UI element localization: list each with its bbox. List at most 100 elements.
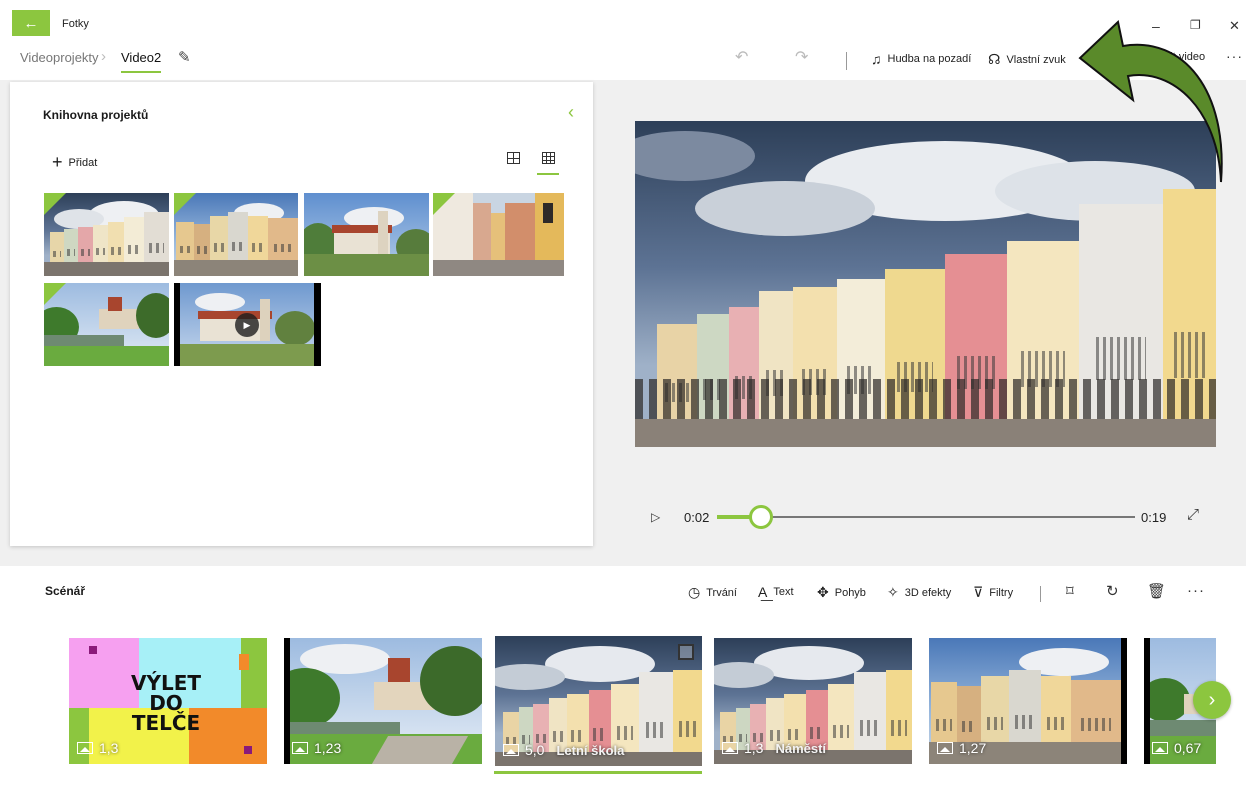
image-icon [1152, 742, 1168, 754]
text-icon: A͟ [758, 584, 768, 600]
title-card-icon [77, 742, 93, 754]
used-in-project-marker [44, 193, 66, 215]
delete-icon[interactable]: 🗑 [1147, 582, 1166, 600]
seek-handle[interactable] [748, 505, 773, 529]
image-icon [292, 742, 308, 754]
storyboard-card-selected[interactable]: 5,0 Letní škola [495, 636, 702, 766]
add-media-label: Přidat [68, 156, 98, 169]
filters-label: Filtry [989, 586, 1014, 599]
card-duration-value: 5,0 [525, 742, 545, 758]
card-duration-value: 0,67 [1174, 740, 1202, 756]
title-bar: ← Fotky – ❐ ✕ [0, 0, 1246, 40]
arrow-shape [1078, 20, 1223, 183]
close-button[interactable]: ✕ [1229, 18, 1240, 34]
motion-label: Pohyb [834, 586, 866, 599]
crop-icon[interactable]: ⌑ [1066, 582, 1074, 600]
card-duration: 0,67 [1152, 740, 1201, 756]
storyboard-more-button[interactable]: ··· [1187, 582, 1205, 599]
library-thumbnail[interactable] [174, 193, 298, 276]
breadcrumb-current-project: Video2 [121, 50, 162, 65]
person-audio-icon: ☊ [988, 51, 1001, 67]
title-card-line: VÝLET [131, 671, 202, 695]
chevron-right-icon: › [101, 48, 106, 65]
card-duration-value: 1,3 [744, 740, 764, 756]
arrow-left-icon: ← [23, 14, 39, 32]
library-thumbnail[interactable] [44, 193, 169, 276]
custom-audio-label: Vlastní zvuk [1006, 53, 1066, 66]
storyboard-panel: Scénář ◷ Trvání A͟ Text ✥ Pohyb ✧ 3D efe… [0, 566, 1246, 794]
current-time: 0:02 [684, 510, 710, 525]
app-title: Fotky [62, 18, 89, 30]
card-duration: 1,3 [77, 740, 118, 756]
play-icon: ▶ [235, 313, 259, 337]
storyboard-card[interactable]: 1,27 [929, 638, 1127, 764]
image-icon [503, 744, 519, 756]
used-in-project-marker [44, 283, 66, 305]
current-project-underline [121, 71, 161, 73]
small-grid-view-icon[interactable] [542, 152, 555, 164]
storyboard-title: Scénář [45, 584, 86, 598]
curved-arrow-annotation [1078, 20, 1223, 183]
chevron-right-icon: › [1208, 688, 1216, 711]
pencil-icon[interactable]: ✎ [178, 48, 191, 66]
storyboard-card[interactable]: 1,23 [284, 638, 482, 764]
used-in-project-marker [433, 193, 455, 215]
card-duration-value: 1,3 [99, 740, 119, 756]
library-thumbnail[interactable] [44, 283, 169, 366]
text-button[interactable]: A͟ Text [758, 584, 794, 600]
title-card-text: VÝLET DO TELČE [131, 673, 201, 733]
seek-bar[interactable] [717, 516, 1135, 518]
selected-card-indicator [494, 771, 702, 774]
add-media-button[interactable]: + Přidat [52, 152, 97, 173]
library-title: Knihovna projektů [43, 108, 149, 122]
image-icon [722, 742, 738, 754]
rotate-icon[interactable]: ↻ [1106, 582, 1119, 600]
fullscreen-icon[interactable]: ⤢ [1187, 506, 1199, 523]
plus-icon: + [52, 152, 63, 172]
card-select-checkbox[interactable] [678, 644, 694, 660]
storyboard-card[interactable]: 1,3 Náměstí [714, 638, 912, 764]
title-card-line: TELČE [131, 711, 201, 735]
filters-button[interactable]: ⊽ Filtry [973, 584, 1013, 601]
card-duration: 1,23 [292, 740, 341, 756]
used-in-project-marker [174, 193, 196, 215]
duration-label: Trvání [706, 586, 737, 599]
more-options-button[interactable]: ··· [1226, 48, 1243, 64]
image-icon [937, 742, 953, 754]
large-grid-view-icon[interactable] [507, 152, 520, 164]
title-card-line: DO [149, 691, 183, 715]
library-thumbnail[interactable] [433, 193, 564, 276]
background-music-button[interactable]: ♫ Hudba na pozadí [871, 51, 971, 67]
background-music-label: Hudba na pozadí [887, 53, 972, 65]
storyboard-next-button[interactable]: › [1193, 681, 1231, 719]
toolbar-divider [846, 52, 847, 70]
library-thumbnail[interactable] [304, 193, 429, 276]
chevron-left-icon[interactable]: ‹ [568, 102, 574, 123]
motion-button[interactable]: ✥ Pohyb [817, 584, 866, 601]
library-video-thumbnail[interactable]: ▶ [174, 283, 321, 366]
text-label: Text [773, 586, 794, 598]
card-duration-value: 1,27 [959, 740, 987, 756]
project-library-panel: Knihovna projektů ‹ + Přidat ▶ [10, 82, 593, 546]
card-duration-value: 1,23 [314, 740, 342, 756]
back-button[interactable]: ← [12, 10, 50, 36]
custom-audio-button[interactable]: ☊ Vlastní zvuk [988, 51, 1066, 68]
3d-effects-label: 3D efekty [904, 586, 952, 599]
filter-icon: ⊽ [973, 584, 984, 600]
storyboard-toolbar-divider [1040, 586, 1041, 602]
card-duration: 5,0 Letní škola [503, 742, 624, 758]
active-view-indicator [537, 173, 559, 175]
play-button[interactable]: ▷ [651, 510, 660, 524]
redo-icon[interactable]: ↷ [795, 47, 808, 67]
card-duration: 1,27 [937, 740, 986, 756]
card-caption: Letní škola [556, 742, 625, 758]
3d-effects-button[interactable]: ✧ 3D efekty [887, 584, 951, 601]
sparkle-icon: ✧ [887, 584, 899, 600]
storyboard-card-title[interactable]: VÝLET DO TELČE 1,3 [69, 638, 267, 764]
card-duration: 1,3 Náměstí [722, 740, 826, 756]
card-caption: Náměstí [775, 740, 827, 756]
motion-icon: ✥ [817, 584, 829, 600]
breadcrumb-videoprojects[interactable]: Videoprojekty [20, 50, 99, 65]
duration-button[interactable]: ◷ Trvání [688, 584, 737, 601]
undo-icon[interactable]: ↶ [735, 47, 748, 67]
